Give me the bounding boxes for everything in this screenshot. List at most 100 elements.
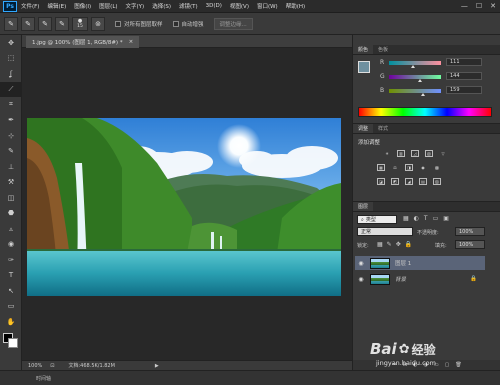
- filter-smart-icon[interactable]: ▣: [443, 215, 449, 222]
- hand-tool-icon[interactable]: ✋: [0, 314, 22, 330]
- tab-swatches[interactable]: 色板: [373, 45, 393, 54]
- tool-preset-picker[interactable]: ✎: [4, 16, 18, 31]
- gradient-tool-icon[interactable]: ⬣: [0, 206, 22, 222]
- menu-layer[interactable]: 图层(L): [99, 2, 117, 10]
- curves-icon[interactable]: ◿: [411, 150, 419, 157]
- menu-edit[interactable]: 编辑(E): [47, 2, 66, 10]
- eye-icon[interactable]: ◉: [355, 260, 367, 267]
- gradient-map-icon[interactable]: ▨: [433, 178, 441, 185]
- lock-transparent-icon[interactable]: ▦: [377, 241, 383, 248]
- filter-shape-icon[interactable]: ▭: [433, 215, 439, 222]
- b-value[interactable]: 159: [446, 86, 482, 94]
- color-balance-icon[interactable]: ⚖: [391, 164, 399, 171]
- background-color-swatch[interactable]: [8, 338, 18, 348]
- layer-kind-filter[interactable]: ⌕ 类型: [357, 215, 397, 224]
- layer-name[interactable]: 背景: [395, 275, 406, 283]
- blur-tool-icon[interactable]: ▵: [0, 221, 22, 237]
- marquee-tool-icon[interactable]: ⬚: [0, 51, 22, 67]
- tab-color[interactable]: 颜色: [353, 45, 374, 54]
- refine-edge-button[interactable]: 调整边缘...: [213, 17, 253, 30]
- g-value[interactable]: 144: [446, 72, 482, 80]
- threshold-icon[interactable]: ◢: [405, 178, 413, 185]
- quick-selection-tool-icon[interactable]: ⟋: [0, 81, 22, 97]
- maximize-button[interactable]: ☐: [476, 2, 482, 10]
- menu-filter[interactable]: 滤镜(T): [179, 2, 198, 10]
- tab-layers[interactable]: 图层: [353, 202, 374, 211]
- sample-all-checkbox[interactable]: [115, 20, 121, 27]
- menu-file[interactable]: 文件(F): [21, 2, 39, 10]
- crop-tool-icon[interactable]: ⌗: [0, 97, 22, 113]
- lock-all-icon[interactable]: 🔒: [405, 241, 412, 248]
- add-selection-button[interactable]: ✎: [38, 16, 52, 31]
- layer-row-background[interactable]: ◉ 背景 🔒: [355, 272, 485, 286]
- status-menu-arrow-icon[interactable]: ▶: [155, 363, 159, 369]
- eyedropper-tool-icon[interactable]: ✒: [0, 113, 22, 129]
- menu-window[interactable]: 窗口(W): [257, 2, 278, 10]
- menu-help[interactable]: 帮助(H): [286, 2, 305, 10]
- brightness-contrast-icon[interactable]: ☀: [383, 150, 391, 157]
- timeline-tab[interactable]: 时间轴: [36, 375, 51, 382]
- fill-field[interactable]: 100%: [455, 240, 485, 249]
- history-brush-tool-icon[interactable]: ⚒: [0, 175, 22, 191]
- selective-color-icon[interactable]: ▤: [419, 178, 427, 185]
- layer-row-layer1[interactable]: ◉ 图层 1: [355, 256, 485, 270]
- brush-pressure-icon[interactable]: ⊚: [91, 16, 105, 31]
- clone-stamp-tool-icon[interactable]: ⊥: [0, 159, 22, 175]
- filter-pixel-icon[interactable]: ▦: [403, 215, 409, 222]
- tab-adjustments[interactable]: 调整: [353, 124, 374, 133]
- opacity-field[interactable]: 100%: [455, 227, 485, 236]
- g-slider-thumb[interactable]: [418, 79, 422, 82]
- lock-pixels-icon[interactable]: ✎: [387, 241, 392, 248]
- zoom-level[interactable]: 100%: [28, 363, 42, 369]
- document-tab[interactable]: 1.jpg @ 100% (图层 1, RGB/8#) * ×: [26, 36, 140, 48]
- auto-enhance-checkbox[interactable]: [172, 20, 179, 27]
- filter-adjustment-icon[interactable]: ◐: [414, 215, 419, 222]
- levels-icon[interactable]: ▥: [397, 150, 405, 157]
- brush-tool-icon[interactable]: ✎: [0, 144, 22, 160]
- r-value[interactable]: 111: [446, 58, 482, 66]
- eye-icon[interactable]: ◉: [355, 276, 367, 283]
- canvas-area[interactable]: [22, 48, 352, 362]
- tab-styles[interactable]: 样式: [373, 124, 393, 133]
- g-slider[interactable]: [389, 75, 441, 79]
- r-slider[interactable]: [389, 61, 441, 65]
- menu-view[interactable]: 视图(V): [230, 2, 249, 10]
- color-fg-swatch[interactable]: [358, 61, 370, 73]
- minimize-button[interactable]: —: [461, 2, 468, 10]
- pen-tool-icon[interactable]: ✑: [0, 252, 22, 268]
- type-tool-icon[interactable]: T: [0, 268, 22, 284]
- hue-saturation-icon[interactable]: ▦: [377, 164, 385, 171]
- filter-type-icon[interactable]: T: [424, 215, 428, 222]
- menu-select[interactable]: 选择(S): [152, 2, 171, 10]
- menu-image[interactable]: 图像(I): [74, 2, 91, 10]
- close-document-icon[interactable]: ×: [129, 39, 134, 45]
- exposure-icon[interactable]: ▧: [425, 150, 433, 157]
- lasso-tool-icon[interactable]: ʆ: [0, 66, 22, 82]
- canvas-image[interactable]: [27, 118, 341, 296]
- photo-filter-icon[interactable]: ◉: [419, 164, 427, 171]
- path-selection-tool-icon[interactable]: ↖: [0, 283, 22, 299]
- menu-3d[interactable]: 3D(D): [206, 3, 222, 9]
- invert-icon[interactable]: ◪: [377, 178, 385, 185]
- color-spectrum-bar[interactable]: [358, 107, 492, 117]
- layer-name[interactable]: 图层 1: [395, 259, 411, 267]
- b-slider[interactable]: [389, 89, 441, 93]
- rectangle-tool-icon[interactable]: ▭: [0, 299, 22, 315]
- subtract-selection-button[interactable]: ✎: [55, 16, 69, 31]
- document-size[interactable]: 文档:468.5K/1.82M: [69, 362, 115, 369]
- eraser-tool-icon[interactable]: ◫: [0, 190, 22, 206]
- vibrance-icon[interactable]: ▽: [439, 150, 447, 157]
- move-tool-icon[interactable]: ✥: [0, 35, 22, 51]
- blend-mode-select[interactable]: 正常: [357, 227, 413, 236]
- r-slider-thumb[interactable]: [411, 65, 415, 68]
- status-info-icon[interactable]: ⊡: [50, 363, 54, 369]
- healing-brush-tool-icon[interactable]: ⊹: [0, 128, 22, 144]
- lock-position-icon[interactable]: ✥: [396, 241, 401, 248]
- brush-size-picker[interactable]: ● 15: [72, 16, 88, 31]
- posterize-icon[interactable]: ◩: [391, 178, 399, 185]
- menu-type[interactable]: 文字(Y): [126, 2, 145, 10]
- b-slider-thumb[interactable]: [421, 93, 425, 96]
- new-selection-button[interactable]: ✎: [21, 16, 35, 31]
- black-white-icon[interactable]: ◨: [405, 164, 413, 171]
- dodge-tool-icon[interactable]: ◉: [0, 237, 22, 253]
